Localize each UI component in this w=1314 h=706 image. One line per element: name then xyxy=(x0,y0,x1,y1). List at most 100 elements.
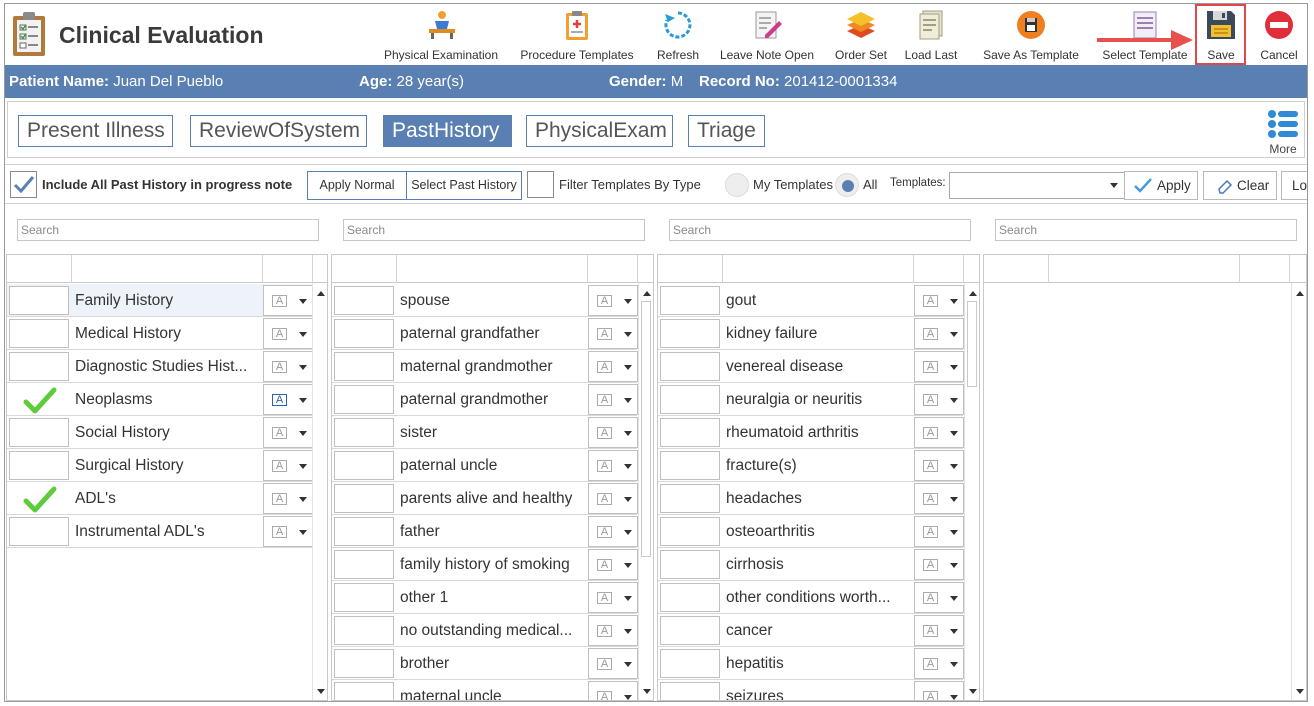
format-dropdown[interactable]: A xyxy=(588,648,638,679)
row-checkbox[interactable] xyxy=(9,418,69,447)
row-checkbox[interactable] xyxy=(660,550,720,579)
table-row[interactable]: sister A xyxy=(332,416,638,449)
table-row[interactable]: family history of smoking A xyxy=(332,548,638,581)
templates-dropdown[interactable] xyxy=(949,172,1125,199)
table-row[interactable]: Diagnostic Studies Hist... A xyxy=(7,350,313,383)
format-dropdown[interactable]: A xyxy=(914,681,964,700)
table-row[interactable]: cirrhosis A xyxy=(658,548,964,581)
refresh-button[interactable]: Refresh xyxy=(649,7,707,63)
table-row[interactable]: Medical History A xyxy=(7,317,313,350)
format-dropdown[interactable]: A xyxy=(588,615,638,646)
row-checkbox[interactable] xyxy=(660,451,720,480)
table-row[interactable]: other conditions worth... A xyxy=(658,581,964,614)
format-dropdown[interactable]: A xyxy=(588,549,638,580)
table-row[interactable]: gout A xyxy=(658,284,964,317)
include-all-checkbox[interactable] xyxy=(10,171,37,198)
tab-triage[interactable]: Triage xyxy=(688,115,765,147)
row-checkbox[interactable] xyxy=(334,385,394,414)
format-dropdown[interactable]: A xyxy=(263,351,313,382)
table-row[interactable]: hepatitis A xyxy=(658,647,964,680)
format-dropdown[interactable]: A xyxy=(914,615,964,646)
scrollbar-thumb[interactable] xyxy=(641,301,651,557)
apply-button[interactable]: Apply xyxy=(1124,171,1198,200)
scroll-up-icon[interactable] xyxy=(317,291,325,296)
search-input-details[interactable] xyxy=(995,219,1297,241)
table-row[interactable]: venereal disease A xyxy=(658,350,964,383)
row-checkbox[interactable] xyxy=(660,682,720,700)
row-checkbox[interactable] xyxy=(334,682,394,700)
leave-note-open-button[interactable]: Leave Note Open xyxy=(717,7,817,63)
row-checkbox[interactable] xyxy=(660,583,720,612)
format-dropdown[interactable]: A xyxy=(914,417,964,448)
format-dropdown[interactable]: A xyxy=(914,582,964,613)
procedure-templates-button[interactable]: Procedure Templates xyxy=(517,7,637,63)
table-row[interactable]: father A xyxy=(332,515,638,548)
format-dropdown[interactable]: A xyxy=(914,285,964,316)
scroll-down-icon[interactable] xyxy=(969,689,977,694)
row-checkbox[interactable] xyxy=(9,451,69,480)
physical-examination-button[interactable]: Physical Examination xyxy=(383,7,499,63)
row-checkbox[interactable] xyxy=(9,484,69,513)
format-dropdown[interactable]: A xyxy=(263,318,313,349)
format-dropdown[interactable]: A xyxy=(588,417,638,448)
row-checkbox[interactable] xyxy=(334,484,394,513)
table-row[interactable]: headaches A xyxy=(658,482,964,515)
format-dropdown[interactable]: A xyxy=(588,681,638,700)
row-checkbox[interactable] xyxy=(660,649,720,678)
table-row[interactable]: seizures A xyxy=(658,680,964,700)
row-checkbox[interactable] xyxy=(334,286,394,315)
tab-past-history[interactable]: PastHistory xyxy=(383,115,512,147)
row-checkbox[interactable] xyxy=(660,319,720,348)
my-templates-radio[interactable] xyxy=(725,173,749,197)
format-dropdown[interactable]: A xyxy=(263,384,313,415)
format-dropdown[interactable]: A xyxy=(588,516,638,547)
scroll-up-icon[interactable] xyxy=(969,291,977,296)
row-checkbox[interactable] xyxy=(660,286,720,315)
row-checkbox[interactable] xyxy=(334,319,394,348)
row-checkbox[interactable] xyxy=(334,517,394,546)
table-row[interactable]: paternal grandfather A xyxy=(332,317,638,350)
search-input-categories[interactable] xyxy=(17,219,319,241)
row-checkbox[interactable] xyxy=(334,616,394,645)
row-checkbox[interactable] xyxy=(660,517,720,546)
format-dropdown[interactable]: A xyxy=(588,318,638,349)
format-dropdown[interactable]: A xyxy=(914,384,964,415)
all-radio[interactable] xyxy=(835,173,859,197)
table-row[interactable]: Surgical History A xyxy=(7,449,313,482)
table-row[interactable]: fracture(s) A xyxy=(658,449,964,482)
table-row[interactable]: kidney failure A xyxy=(658,317,964,350)
row-checkbox[interactable] xyxy=(9,286,69,315)
tab-physical-exam[interactable]: PhysicalExam xyxy=(526,115,673,147)
tab-present-illness[interactable]: Present Illness xyxy=(18,115,173,147)
row-checkbox[interactable] xyxy=(334,550,394,579)
format-dropdown[interactable]: A xyxy=(914,483,964,514)
row-checkbox[interactable] xyxy=(660,484,720,513)
format-dropdown[interactable]: A xyxy=(263,450,313,481)
row-checkbox[interactable] xyxy=(660,385,720,414)
scroll-up-icon[interactable] xyxy=(643,291,651,296)
row-checkbox[interactable] xyxy=(334,583,394,612)
row-checkbox[interactable] xyxy=(334,352,394,381)
row-checkbox[interactable] xyxy=(334,451,394,480)
format-dropdown[interactable]: A xyxy=(914,549,964,580)
table-row[interactable]: brother A xyxy=(332,647,638,680)
row-checkbox[interactable] xyxy=(9,319,69,348)
format-dropdown[interactable]: A xyxy=(914,351,964,382)
table-row[interactable]: parents alive and healthy A xyxy=(332,482,638,515)
row-checkbox[interactable] xyxy=(660,418,720,447)
more-button[interactable]: More xyxy=(1266,108,1300,156)
filter-templates-checkbox[interactable] xyxy=(527,171,554,198)
table-row[interactable]: neuralgia or neuritis A xyxy=(658,383,964,416)
load-button[interactable]: Lo xyxy=(1281,171,1307,200)
format-dropdown[interactable]: A xyxy=(263,483,313,514)
load-last-button[interactable]: Load Last xyxy=(901,7,961,63)
clear-button[interactable]: Clear xyxy=(1203,171,1277,200)
save-as-template-button[interactable]: Save As Template xyxy=(979,7,1083,63)
format-dropdown[interactable]: A xyxy=(914,516,964,547)
vertical-scrollbar[interactable] xyxy=(964,283,979,700)
format-dropdown[interactable]: A xyxy=(588,285,638,316)
table-row[interactable]: maternal uncle A xyxy=(332,680,638,700)
format-dropdown[interactable]: A xyxy=(588,351,638,382)
row-checkbox[interactable] xyxy=(334,418,394,447)
scroll-down-icon[interactable] xyxy=(1296,689,1304,694)
